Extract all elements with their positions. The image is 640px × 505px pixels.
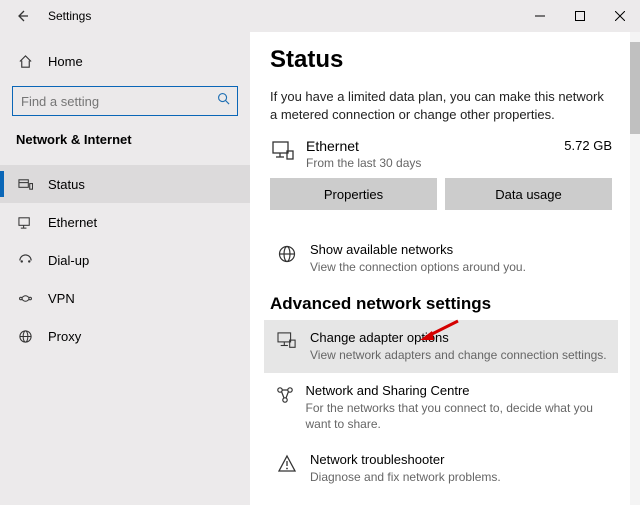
ethernet-summary: Ethernet From the last 30 days 5.72 GB <box>270 138 612 170</box>
network-troubleshooter[interactable]: Network troubleshooter Diagnose and fix … <box>270 442 612 495</box>
show-available-networks[interactable]: Show available networks View the connect… <box>270 232 612 285</box>
maximize-button[interactable] <box>560 0 600 32</box>
proxy-icon <box>16 329 34 344</box>
monitor-icon <box>270 141 296 161</box>
window-title: Settings <box>48 9 91 23</box>
sidebar-item-proxy[interactable]: Proxy <box>0 317 250 355</box>
troubleshoot-icon <box>274 454 300 474</box>
page-description: If you have a limited data plan, you can… <box>270 88 612 124</box>
change-adapter-options[interactable]: Change adapter options View network adap… <box>264 320 618 373</box>
item-title: Network and Sharing Centre <box>305 383 608 398</box>
network-sharing-centre[interactable]: Network and Sharing Centre For the netwo… <box>270 373 612 442</box>
sidebar-item-home[interactable]: Home <box>0 44 250 78</box>
search-input[interactable] <box>12 86 238 116</box>
ethernet-data-size: 5.72 GB <box>564 138 612 153</box>
sidebar-item-label: VPN <box>48 291 75 306</box>
adapter-icon <box>274 332 300 350</box>
scrollbar-thumb[interactable] <box>630 42 640 134</box>
item-title: Network troubleshooter <box>310 452 501 467</box>
minimize-button[interactable] <box>520 0 560 32</box>
globe-icon <box>274 244 300 264</box>
properties-button[interactable]: Properties <box>270 178 437 210</box>
item-title: Show available networks <box>310 242 526 257</box>
content-pane: Status If you have a limited data plan, … <box>250 32 640 505</box>
item-sub: For the networks that you connect to, de… <box>305 400 608 432</box>
maximize-icon <box>575 11 585 21</box>
advanced-heading: Advanced network settings <box>270 294 612 314</box>
sharing-icon <box>274 385 295 405</box>
dialup-icon <box>16 253 34 268</box>
sidebar-item-label: Status <box>48 177 85 192</box>
sidebar-item-dialup[interactable]: Dial-up <box>0 241 250 279</box>
sidebar: Home Network & Internet Status Ethernet <box>0 32 250 505</box>
item-sub: View the connection options around you. <box>310 259 526 275</box>
sidebar-home-label: Home <box>48 54 83 69</box>
arrow-left-icon <box>15 9 29 23</box>
sidebar-item-status[interactable]: Status <box>0 165 250 203</box>
item-sub: Diagnose and fix network problems. <box>310 469 501 485</box>
home-icon <box>16 54 34 69</box>
sidebar-nav: Status Ethernet Dial-up VPN <box>0 165 250 355</box>
back-button[interactable] <box>0 0 44 32</box>
sidebar-item-ethernet[interactable]: Ethernet <box>0 203 250 241</box>
titlebar: Settings <box>0 0 640 32</box>
page-title: Status <box>270 46 612 74</box>
item-sub: View network adapters and change connect… <box>310 347 607 363</box>
scrollbar-track[interactable] <box>630 32 640 505</box>
sidebar-item-vpn[interactable]: VPN <box>0 279 250 317</box>
window-controls <box>520 0 640 32</box>
vpn-icon <box>16 292 34 305</box>
minimize-icon <box>535 11 545 21</box>
sidebar-group-heading: Network & Internet <box>0 128 250 155</box>
search-wrap <box>0 78 250 128</box>
close-icon <box>615 11 625 21</box>
data-usage-button[interactable]: Data usage <box>445 178 612 210</box>
sidebar-item-label: Dial-up <box>48 253 89 268</box>
ethernet-icon <box>16 215 34 230</box>
close-button[interactable] <box>600 0 640 32</box>
ethernet-sub: From the last 30 days <box>306 156 564 170</box>
status-icon <box>16 177 34 192</box>
sidebar-item-label: Ethernet <box>48 215 97 230</box>
sidebar-item-label: Proxy <box>48 329 81 344</box>
ethernet-name: Ethernet <box>306 138 564 154</box>
item-title: Change adapter options <box>310 330 607 345</box>
